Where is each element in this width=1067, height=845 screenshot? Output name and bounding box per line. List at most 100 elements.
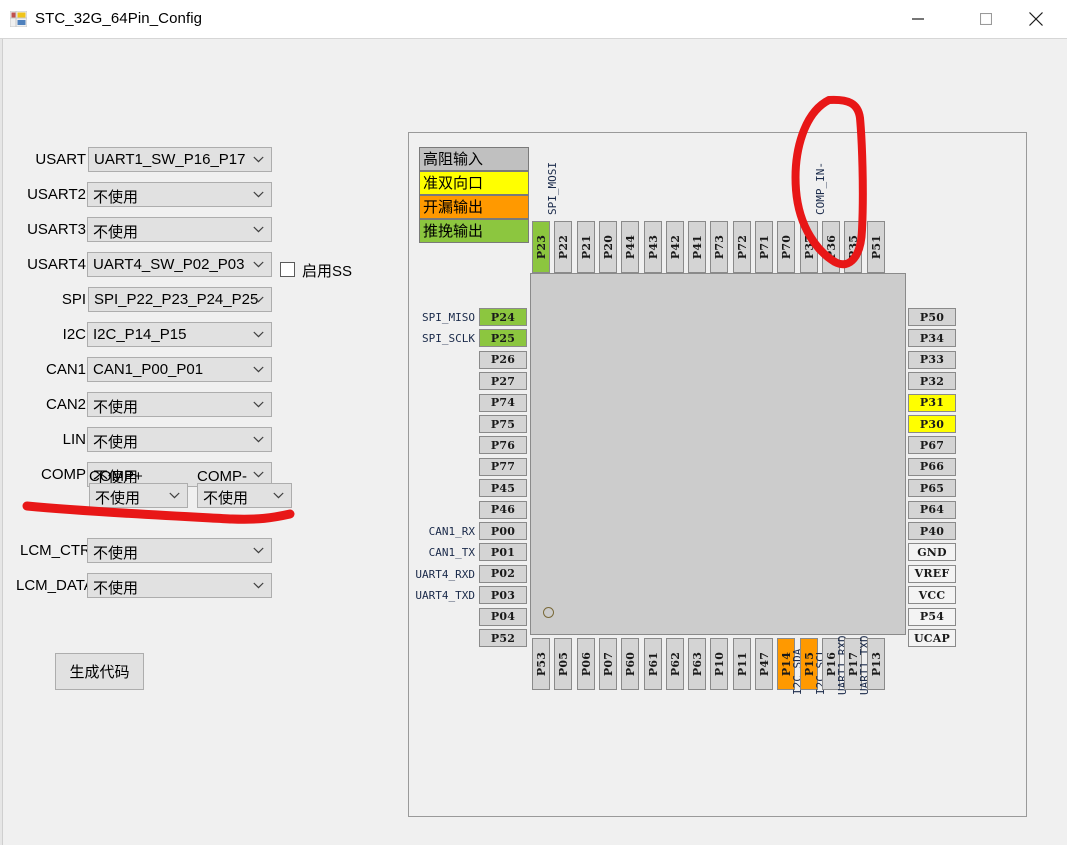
pin-label: VREF: [914, 567, 950, 581]
chevron-down-icon: [253, 471, 264, 478]
field-label-usart2: USART2: [27, 186, 86, 203]
combo-usart3[interactable]: 不使用: [87, 217, 272, 242]
chevron-down-icon: [253, 191, 264, 198]
pin-label: P01: [490, 545, 516, 559]
chevron-down-icon: [253, 156, 264, 163]
pin-label: P26: [490, 353, 516, 367]
close-button[interactable]: [1013, 0, 1059, 38]
pin-p24[interactable]: P24: [479, 308, 527, 326]
pin-p52[interactable]: P52: [479, 629, 527, 647]
lcm-ctrl-combo[interactable]: 不使用: [87, 538, 272, 563]
pin-p25[interactable]: P25: [479, 329, 527, 348]
combo-usart2[interactable]: 不使用: [87, 182, 272, 207]
field-label-usart4: USART4: [27, 256, 86, 273]
pin-label: P52: [490, 631, 516, 645]
pin-label: P66: [919, 460, 945, 474]
pin-p04[interactable]: P04: [479, 607, 527, 626]
pin-label: P02: [490, 567, 516, 581]
pin-label: GND: [917, 545, 947, 559]
combo-usart4[interactable]: UART4_SW_P02_P03: [87, 252, 272, 277]
combo-value-usart2: 不使用: [93, 189, 139, 206]
lcm-ctrl-value: 不使用: [93, 545, 139, 562]
comp-minus-combo[interactable]: 不使用: [197, 483, 292, 508]
pin-label: P31: [919, 396, 945, 410]
pin-p26[interactable]: P26: [479, 350, 527, 369]
pin-p13[interactable]: P13: [866, 638, 885, 690]
comp-plus-combo[interactable]: 不使用: [89, 483, 188, 508]
signal-label-p01: CAN1_TX: [428, 546, 475, 560]
lcm-data-combo[interactable]: 不使用: [87, 573, 272, 598]
signal-label-p00: CAN1_RX: [428, 525, 475, 538]
pin-p32[interactable]: P32: [908, 372, 956, 391]
pin-p40[interactable]: P40: [908, 522, 956, 540]
pin-p00[interactable]: P00: [479, 522, 527, 540]
signal-label-p23: SPI_MOSI: [546, 162, 559, 215]
pin-p67[interactable]: P67: [908, 436, 956, 455]
chip-body: [530, 273, 906, 635]
signal-label-p25: SPI_SCLK: [422, 332, 475, 346]
pin-p33[interactable]: P33: [908, 350, 956, 369]
pin-p31[interactable]: P31: [908, 393, 956, 412]
pin-vref[interactable]: VREF: [908, 564, 956, 583]
pin-p03[interactable]: P03: [479, 586, 527, 605]
combo-lin[interactable]: 不使用: [87, 427, 272, 452]
field-label-usart3: USART3: [27, 221, 86, 238]
pin-p30[interactable]: P30: [908, 415, 956, 433]
pin-label: P74: [490, 396, 516, 410]
pin-label: P25: [490, 331, 516, 345]
pin-p27[interactable]: P27: [479, 372, 527, 391]
pin-p75[interactable]: P75: [479, 415, 527, 433]
pin-label: P40: [919, 524, 945, 538]
pin-label: P65: [919, 481, 945, 495]
maximize-button[interactable]: [963, 0, 1009, 38]
chevron-down-icon: [253, 436, 264, 443]
combo-spi[interactable]: SPI_P22_P23_P24_P25: [88, 287, 272, 312]
pin-label: P77: [490, 460, 516, 474]
signal-label-p02: UART4_RXD: [415, 567, 475, 581]
combo-i2c[interactable]: I2C_P14_P15: [87, 322, 272, 347]
signal-label-p37: COMP_IN-: [813, 162, 827, 215]
signal-label-p03: UART4_TXD: [415, 589, 475, 603]
field-label-i2c: I2C: [62, 326, 86, 343]
window-left-edge: [0, 39, 3, 845]
combo-usart[interactable]: UART1_SW_P16_P17: [88, 147, 272, 172]
pin-vcc[interactable]: VCC: [908, 586, 956, 605]
pin-p46[interactable]: P46: [479, 500, 527, 519]
pin-p76[interactable]: P76: [479, 436, 527, 455]
field-label-usart: USART: [35, 151, 86, 168]
lcm-data-value: 不使用: [93, 580, 139, 597]
pin-label: P45: [490, 481, 516, 495]
combo-value-spi: SPI_P22_P23_P24_P25: [94, 291, 259, 308]
combo-can2[interactable]: 不使用: [87, 392, 272, 417]
pin-p34[interactable]: P34: [908, 329, 956, 348]
pin-p54[interactable]: P54: [908, 607, 956, 626]
legend-item-1: 准双向口: [419, 171, 529, 195]
chevron-down-icon: [253, 261, 264, 268]
chevron-down-icon: [253, 582, 264, 589]
combo-value-lin: 不使用: [93, 434, 139, 451]
legend-item-0: 高阻输入: [419, 147, 529, 171]
pin-p50[interactable]: P50: [908, 308, 956, 326]
minimize-button[interactable]: [895, 0, 941, 38]
generate-code-button[interactable]: 生成代码: [55, 653, 144, 690]
field-label-comp: COMP: [41, 466, 86, 483]
pin-label: P27: [490, 374, 516, 388]
pin-p65[interactable]: P65: [908, 479, 956, 498]
pin-p02[interactable]: P02: [479, 564, 527, 583]
pin-label: P30: [919, 417, 945, 431]
pin-ucap[interactable]: UCAP: [908, 629, 956, 647]
enable-ss-checkbox[interactable]: [280, 262, 295, 277]
pin-gnd[interactable]: GND: [908, 543, 956, 562]
pin-p66[interactable]: P66: [908, 457, 956, 476]
pin-p74[interactable]: P74: [479, 393, 527, 412]
pin-p77[interactable]: P77: [479, 457, 527, 476]
window-title: STC_32G_64Pin_Config: [35, 10, 203, 27]
field-label-lin: LIN: [62, 431, 86, 448]
combo-value-can2: 不使用: [93, 399, 139, 416]
pin-p64[interactable]: P64: [908, 500, 956, 519]
pin-p01[interactable]: P01: [479, 543, 527, 562]
chevron-down-icon: [253, 226, 264, 233]
combo-can1[interactable]: CAN1_P00_P01: [87, 357, 272, 382]
pin-p45[interactable]: P45: [479, 479, 527, 498]
pin-p51[interactable]: P51: [866, 221, 885, 273]
